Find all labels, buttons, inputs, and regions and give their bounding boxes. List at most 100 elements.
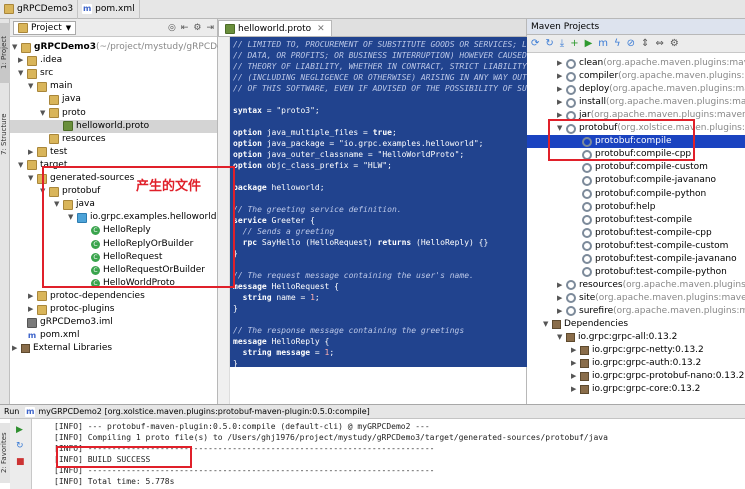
stop-icon[interactable]: ■ — [16, 457, 25, 467]
expanded-arrow-icon[interactable]: ▼ — [40, 185, 49, 198]
collapsed-arrow-icon[interactable]: ▶ — [571, 357, 580, 370]
refresh-icon[interactable]: ⟳ — [531, 38, 539, 49]
run-icon[interactable]: ▶ — [585, 38, 593, 49]
maven-dependency-item[interactable]: ▼ Dependencies — [543, 318, 628, 331]
expanded-arrow-icon[interactable]: ▼ — [543, 318, 552, 331]
rerun-icon[interactable]: ▶ — [16, 425, 23, 435]
maven-goal-item[interactable]: protobuf:help — [573, 201, 656, 214]
maven-dependency-item[interactable]: ▶ io.grpc:grpc-core:0.13.2 — [571, 383, 700, 396]
collapsed-arrow-icon[interactable]: ▶ — [557, 109, 566, 122]
project-tree-item[interactable]: ▼ io.grpc.examples.helloworld — [68, 211, 216, 224]
project-tree-item[interactable]: ▼ protobuf — [40, 185, 100, 198]
close-icon[interactable]: ✕ — [317, 24, 325, 34]
expanded-arrow-icon[interactable]: ▼ — [68, 211, 77, 224]
maven-goal-item[interactable]: protobuf:test-compile — [573, 214, 692, 227]
collapsed-arrow-icon[interactable]: ▶ — [571, 344, 580, 357]
project-tree-item[interactable]: helloworld.proto — [10, 119, 217, 133]
hide-icon[interactable]: ⇥ — [206, 23, 214, 33]
breadcrumb-file[interactable]: m pom.xml — [78, 0, 140, 19]
skip-tests-icon[interactable]: ⊘ — [627, 38, 635, 49]
project-tree-item[interactable]: C HelloRequestOrBuilder — [82, 264, 205, 277]
project-tree-item[interactable]: ▼ main — [28, 80, 73, 93]
maven-goal-item[interactable]: protobuf:test-compile-javanano — [573, 253, 737, 266]
maven-dependency-item[interactable]: ▶ io.grpc:grpc-netty:0.13.2 — [571, 344, 704, 357]
maven-goal-item[interactable]: ▶ compiler (org.apache.maven.plugins:mav — [557, 70, 745, 83]
project-tree-item[interactable]: gRPCDemo3.iml — [18, 316, 113, 329]
project-tree-item[interactable]: C HelloWorldProto — [82, 277, 175, 290]
side-tab-favorites[interactable]: 2: Favorites — [0, 423, 10, 483]
collapse-icon[interactable]: ⇤ — [181, 23, 189, 33]
collapsed-arrow-icon[interactable]: ▶ — [557, 96, 566, 109]
project-tree-item[interactable]: ▼ java — [54, 198, 95, 211]
code-view[interactable]: // LIMITED TO, PROCUREMENT OF SUBSTITUTE… — [230, 37, 527, 367]
collapsed-arrow-icon[interactable]: ▶ — [28, 303, 37, 316]
project-tree-item[interactable]: ▼ generated-sources — [28, 172, 134, 185]
maven-goal-item[interactable]: protobuf:compile-custom — [573, 161, 708, 174]
add-icon[interactable]: + — [570, 38, 578, 49]
expanded-arrow-icon[interactable]: ▼ — [18, 159, 27, 172]
side-tab-structure[interactable]: 7: Structure — [0, 99, 10, 169]
collapsed-arrow-icon[interactable]: ▶ — [557, 57, 566, 70]
maven-m-icon[interactable]: m — [598, 38, 608, 49]
project-tree-item[interactable]: ▼ src — [18, 67, 53, 80]
settings-icon[interactable]: ⚙ — [670, 38, 679, 49]
collapsed-arrow-icon[interactable]: ▶ — [28, 146, 37, 159]
expanded-arrow-icon[interactable]: ▼ — [557, 122, 566, 135]
gear-icon[interactable]: ⚙ — [193, 23, 201, 33]
project-tree-item[interactable]: resources — [40, 133, 106, 146]
side-tab-project[interactable]: 1: Project — [0, 23, 10, 83]
expanded-arrow-icon[interactable]: ▼ — [28, 80, 37, 93]
run-console-output[interactable]: [INFO] --- protobuf-maven-plugin:0.5.0:c… — [34, 419, 745, 489]
expanded-arrow-icon[interactable]: ▼ — [18, 67, 27, 80]
project-tree-item[interactable]: ▶ protoc-plugins — [28, 303, 114, 316]
project-tree-item[interactable]: ▼ gRPCDemo3 (~/project/mystudy/gRPCDemo3 — [12, 41, 243, 54]
expanded-arrow-icon[interactable]: ▼ — [28, 172, 37, 185]
project-tree-item[interactable]: ▶ protoc-dependencies — [28, 290, 145, 303]
maven-goal-item[interactable]: protobuf:compile-javanano — [573, 174, 716, 187]
generate-sources-icon[interactable]: ↻ — [545, 38, 553, 49]
project-tree-item[interactable]: ▼ proto — [40, 107, 86, 120]
breadcrumb-project[interactable]: gRPCDemo3 — [0, 0, 79, 19]
expand-icon[interactable]: ⇕ — [641, 38, 649, 49]
maven-goal-item[interactable]: ▶ resources (org.apache.maven.plugins:ma — [557, 279, 745, 292]
maven-goal-item[interactable]: protobuf:test-compile-custom — [573, 240, 728, 253]
tab-helloworld-proto[interactable]: helloworld.proto ✕ — [218, 20, 332, 36]
maven-goal-item[interactable]: ▶ deploy (org.apache.maven.plugins:maven — [557, 83, 745, 96]
globe-icon[interactable]: ◎ — [168, 23, 176, 33]
maven-goal-item[interactable]: ▶ clean (org.apache.maven.plugins:maven- — [557, 57, 745, 70]
project-tree-item[interactable]: java — [40, 93, 81, 106]
project-tree-item[interactable]: ▼ target — [18, 159, 67, 172]
download-icon[interactable]: ⤓ — [560, 38, 564, 49]
expanded-arrow-icon[interactable]: ▼ — [557, 331, 566, 344]
project-tree-item[interactable]: C HelloReply — [82, 224, 151, 237]
maven-dependency-item[interactable]: ▼ io.grpc:grpc-all:0.13.2 — [557, 331, 677, 344]
project-tree-item[interactable]: ▶ .idea — [18, 54, 62, 67]
maven-goal-item[interactable]: ▶ surefire (org.apache.maven.plugins:mav — [557, 305, 745, 318]
project-tree-item[interactable]: m pom.xml — [18, 329, 79, 342]
collapsed-arrow-icon[interactable]: ▶ — [28, 290, 37, 303]
project-tree-item[interactable]: ▶ test — [28, 146, 67, 159]
maven-goal-item[interactable]: ▶ install (org.apache.maven.plugins:mave — [557, 96, 745, 109]
maven-goal-item[interactable]: protobuf:test-compile-python — [573, 266, 727, 279]
expanded-arrow-icon[interactable]: ▼ — [54, 198, 63, 211]
collapsed-arrow-icon[interactable]: ▶ — [557, 83, 566, 96]
project-view-selector[interactable]: Project ▼ — [13, 20, 77, 35]
collapsed-arrow-icon[interactable]: ▶ — [571, 370, 580, 383]
collapsed-arrow-icon[interactable]: ▶ — [557, 292, 566, 305]
maven-goal-item[interactable]: protobuf:compile-python — [573, 188, 706, 201]
project-tree-item[interactable]: C HelloRequest — [82, 251, 162, 264]
rerun-maven-icon[interactable]: ↻ — [16, 441, 24, 451]
lightning-icon[interactable]: ϟ — [614, 38, 621, 49]
expanded-arrow-icon[interactable]: ▼ — [12, 41, 21, 54]
collapsed-arrow-icon[interactable]: ▶ — [12, 342, 21, 355]
maven-goal-item[interactable]: ▼ protobuf (org.xolstice.maven.plugins:pr… — [557, 122, 745, 135]
collapsed-arrow-icon[interactable]: ▶ — [557, 305, 566, 318]
maven-dependency-item[interactable]: ▶ io.grpc:grpc-protobuf-nano:0.13.2 — [571, 370, 744, 383]
project-tree-item[interactable]: C HelloReplyOrBuilder — [82, 238, 193, 251]
maven-goal-item[interactable]: protobuf:compile-cpp — [573, 148, 691, 161]
project-tree-item[interactable]: ▶ External Libraries — [12, 342, 112, 355]
maven-goal-item[interactable]: ▶ site (org.apache.maven.plugins:maven-s — [557, 292, 745, 305]
collapsed-arrow-icon[interactable]: ▶ — [557, 279, 566, 292]
collapsed-arrow-icon[interactable]: ▶ — [18, 54, 27, 67]
maven-goal-item[interactable]: protobuf:test-compile-cpp — [573, 227, 712, 240]
